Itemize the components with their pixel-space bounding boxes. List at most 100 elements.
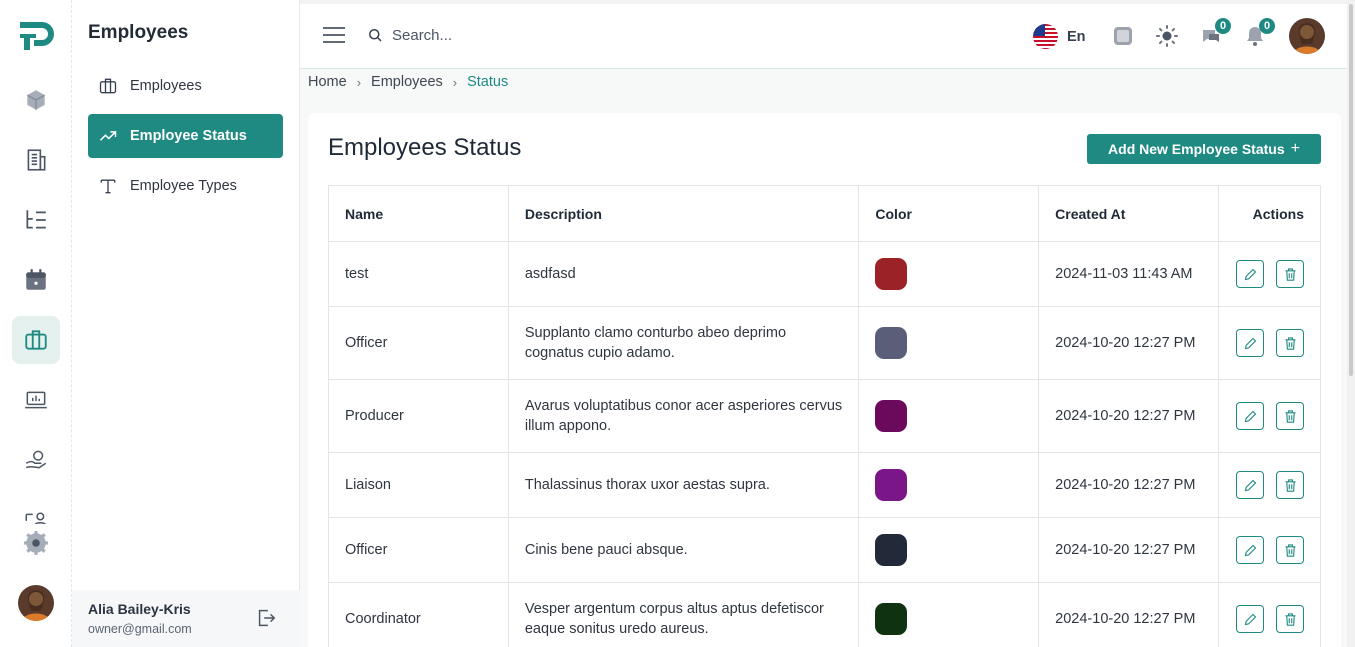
sidebar-item-employee-status[interactable]: Employee Status	[88, 114, 283, 158]
rail-employees-icon[interactable]	[12, 316, 60, 364]
color-swatch	[875, 327, 908, 359]
table-row: Officer Cinis bene pauci absque. 2024-10…	[328, 517, 1322, 583]
breadcrumb-home[interactable]: Home	[308, 74, 347, 90]
cell-description: Cinis bene pauci absque.	[507, 517, 860, 583]
delete-button[interactable]	[1276, 329, 1304, 357]
rail-calendar-icon[interactable]	[12, 256, 60, 304]
color-swatch	[875, 603, 908, 635]
breadcrumb-current: Status	[467, 74, 509, 90]
rail-products-icon[interactable]	[12, 76, 60, 124]
trash-icon	[1285, 267, 1295, 281]
rail-monitor-chart-icon[interactable]	[12, 376, 60, 424]
cell-description: Avarus voluptatibus conor acer asperiore…	[507, 379, 860, 453]
sidebar-item-label: Employee Status	[130, 128, 247, 144]
messages-icon[interactable]: 0	[1199, 18, 1231, 48]
rail-building-icon[interactable]	[12, 136, 60, 184]
cell-name: Coordinator	[328, 582, 509, 647]
employees-sidebar: Employees Employees Employee Status Empl…	[72, 0, 300, 647]
cell-name: Liaison	[328, 452, 509, 518]
edit-button[interactable]	[1236, 402, 1264, 430]
edit-button[interactable]	[1236, 260, 1264, 288]
cell-created-at: 2024-10-20 12:27 PM	[1038, 517, 1219, 583]
status-table: Name Description Color Created At Action…	[328, 185, 1322, 647]
text-type-icon	[100, 179, 116, 194]
theme-toggle-icon[interactable]	[1155, 24, 1179, 48]
notifications-badge: 0	[1259, 18, 1275, 34]
trash-icon	[1285, 612, 1295, 626]
fullscreen-icon[interactable]	[1111, 24, 1135, 48]
cell-name: test	[328, 241, 509, 307]
page-scrollbar[interactable]	[1347, 0, 1355, 647]
col-name[interactable]: Name	[328, 185, 509, 242]
rail-payroll-icon[interactable]	[12, 436, 60, 484]
rail-settings-icon[interactable]	[12, 519, 60, 567]
delete-button[interactable]	[1276, 605, 1304, 633]
delete-button[interactable]	[1276, 536, 1304, 564]
edit-button[interactable]	[1236, 329, 1264, 357]
color-swatch	[875, 534, 908, 566]
cell-actions	[1217, 452, 1322, 518]
table-row: Liaison Thalassinus thorax uxor aestas s…	[328, 452, 1322, 518]
sidebar-item-label: Employees	[130, 78, 202, 94]
notifications-icon[interactable]: 0	[1243, 18, 1275, 48]
scrollbar-thumb[interactable]	[1349, 4, 1353, 376]
sidebar-title: Employees	[88, 22, 189, 43]
cell-created-at: 2024-10-20 12:27 PM	[1038, 379, 1219, 453]
sidebar-item-employees[interactable]: Employees	[88, 64, 283, 108]
delete-button[interactable]	[1276, 471, 1304, 499]
cell-created-at: 2024-11-03 11:43 AM	[1038, 241, 1219, 307]
app-logo[interactable]	[18, 18, 54, 54]
pencil-icon	[1244, 613, 1256, 625]
col-created-at[interactable]: Created At	[1038, 185, 1219, 242]
cell-name: Officer	[328, 306, 509, 380]
add-button-label: Add New Employee Status	[1108, 141, 1285, 157]
chevron-right-icon: ›	[356, 74, 362, 90]
trash-icon	[1285, 543, 1295, 557]
breadcrumb: Home › Employees › Status	[308, 74, 508, 90]
col-color[interactable]: Color	[858, 185, 1040, 242]
sidebar-item-employee-types[interactable]: Employee Types	[88, 164, 283, 208]
table-row: Coordinator Vesper argentum corpus altus…	[328, 582, 1322, 647]
col-actions: Actions	[1217, 185, 1322, 242]
cell-color	[858, 241, 1040, 307]
logout-icon[interactable]	[255, 607, 277, 629]
trash-icon	[1285, 478, 1295, 492]
delete-button[interactable]	[1276, 260, 1304, 288]
user-panel: Alia Bailey-Kris owner@gmail.com	[72, 590, 300, 647]
cell-description: Vesper argentum corpus altus aptus defet…	[507, 582, 860, 647]
cell-description: asdfasd	[507, 241, 860, 307]
status-card: Employees Status Add New Employee Status…	[308, 113, 1341, 647]
page-title: Employees Status	[328, 134, 522, 161]
rail-tasks-icon[interactable]	[12, 196, 60, 244]
add-employee-status-button[interactable]: Add New Employee Status +	[1087, 134, 1321, 164]
search-box[interactable]	[366, 21, 666, 49]
edit-button[interactable]	[1236, 605, 1264, 633]
language-selector[interactable]: En	[1033, 24, 1086, 49]
trending-up-icon	[99, 131, 117, 141]
delete-button[interactable]	[1276, 402, 1304, 430]
cell-color	[858, 517, 1040, 583]
cell-color	[858, 452, 1040, 518]
search-icon	[369, 29, 382, 42]
edit-button[interactable]	[1236, 536, 1264, 564]
cell-name: Officer	[328, 517, 509, 583]
plus-icon: +	[1290, 140, 1300, 157]
menu-icon[interactable]	[323, 26, 345, 44]
cell-description: Thalassinus thorax uxor aestas supra.	[507, 452, 860, 518]
table-row: Producer Avarus voluptatibus conor acer …	[328, 379, 1322, 453]
search-input[interactable]	[392, 26, 632, 44]
icon-rail	[0, 0, 72, 647]
cell-actions	[1217, 241, 1322, 307]
table-row: test asdfasd 2024-11-03 11:43 AM	[328, 241, 1322, 307]
pencil-icon	[1244, 544, 1256, 556]
pencil-icon	[1244, 410, 1256, 422]
cell-color	[858, 582, 1040, 647]
table-header-row: Name Description Color Created At Action…	[328, 185, 1322, 242]
col-description[interactable]: Description	[507, 185, 860, 242]
user-avatar[interactable]	[1289, 18, 1325, 54]
rail-avatar[interactable]	[18, 585, 54, 621]
edit-button[interactable]	[1236, 471, 1264, 499]
breadcrumb-employees[interactable]: Employees	[371, 74, 443, 90]
cell-actions	[1217, 582, 1322, 647]
cell-actions	[1217, 379, 1322, 453]
